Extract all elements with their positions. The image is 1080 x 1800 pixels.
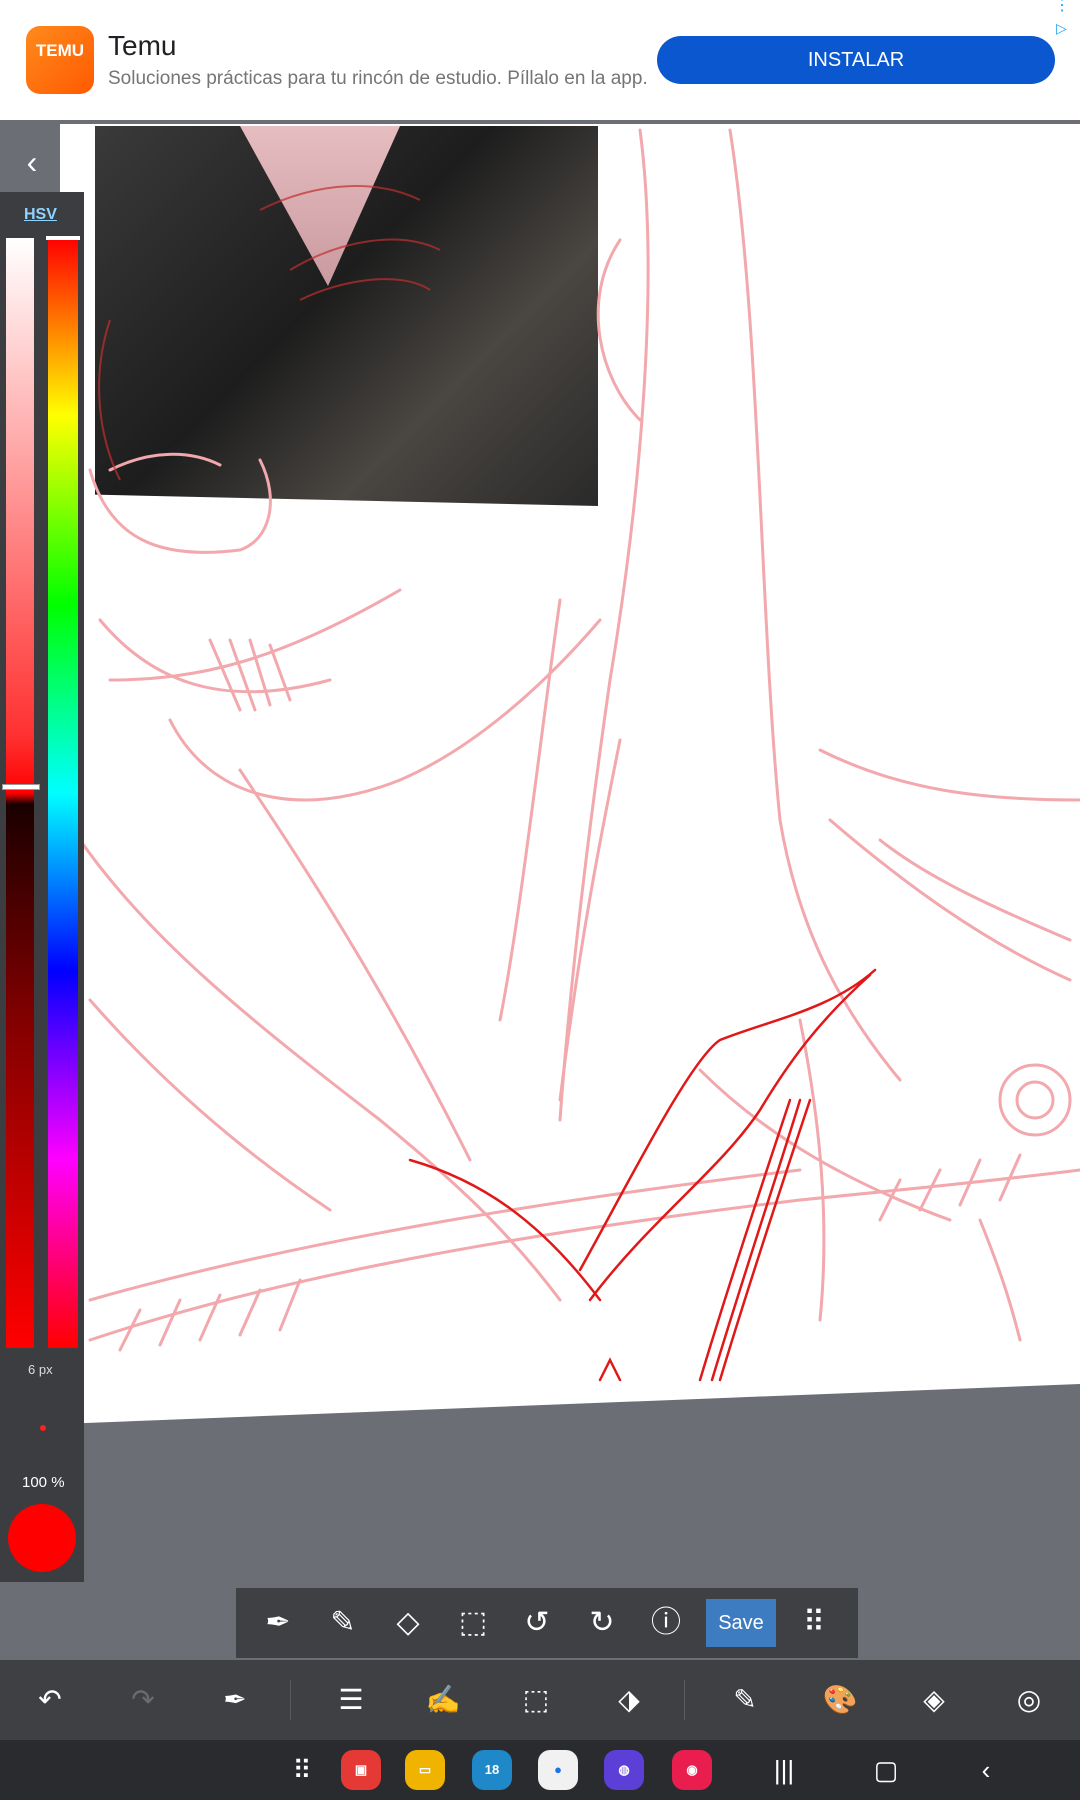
recents-icon[interactable]: |||	[764, 1750, 804, 1790]
help-icon[interactable]: ⓘ	[641, 1598, 691, 1648]
grid-icon[interactable]: ⠿	[789, 1598, 839, 1648]
eyedropper-icon[interactable]: ✒	[210, 1675, 260, 1725]
app-folder-icon[interactable]: ▭	[405, 1750, 445, 1790]
ad-title[interactable]: Temu	[108, 30, 176, 62]
app-camera-icon[interactable]: ◉	[672, 1750, 712, 1790]
saturation-slider[interactable]	[6, 238, 34, 1348]
app-messages-icon[interactable]: ●	[538, 1750, 578, 1790]
hue-handle[interactable]	[46, 236, 80, 240]
ad-description[interactable]: Soluciones prácticas para tu rincón de e…	[108, 68, 648, 90]
hsv-mode-tab[interactable]: HSV	[24, 206, 57, 224]
collapse-panel-button[interactable]: ‹	[10, 140, 54, 184]
rotate-right-icon[interactable]: ↻	[577, 1598, 627, 1648]
layers-icon[interactable]: ◈	[909, 1675, 959, 1725]
eyedropper-icon[interactable]: ✒	[253, 1598, 303, 1648]
brush-size-label: 6 px	[28, 1362, 53, 1377]
saturation-handle[interactable]	[2, 784, 40, 790]
redo-icon[interactable]: ↷	[118, 1675, 168, 1725]
ad-choices-icon[interactable]: ▷	[1056, 20, 1074, 38]
app-calendar-icon[interactable]: 18	[472, 1750, 512, 1790]
install-button[interactable]: INSTALAR	[657, 36, 1055, 84]
deselect-icon[interactable]: ⬚	[448, 1598, 498, 1648]
brush-icon[interactable]: ✎	[720, 1675, 770, 1725]
menu-icon[interactable]: ☰	[326, 1675, 376, 1725]
sketch-lines	[78, 128, 1080, 1382]
opacity-label: 100 %	[22, 1474, 65, 1491]
palette-icon[interactable]: 🎨	[815, 1675, 865, 1725]
quick-toolbar: ✒ ✎ ◇ ⬚ ↺ ↻ ⓘ Save ⠿	[236, 1588, 858, 1658]
app-flipboard-icon[interactable]: ▣	[341, 1750, 381, 1790]
hue-slider[interactable]	[48, 238, 78, 1348]
toolbar-divider	[684, 1680, 685, 1720]
temu-logo[interactable]: TEMU	[26, 26, 94, 94]
system-nav-bar: ⠿ ▣ ▭ 18 ● ◍ ◉ ||| ▢ ‹	[0, 1740, 1080, 1800]
settings-icon[interactable]: ◎	[1004, 1675, 1054, 1725]
transform-icon[interactable]: ⬗	[604, 1675, 654, 1725]
apps-grid-icon[interactable]: ⠿	[282, 1750, 322, 1790]
pen-icon[interactable]: ✎	[318, 1598, 368, 1648]
undo-icon[interactable]: ↶	[25, 1675, 75, 1725]
eraser-icon[interactable]: ◇	[383, 1598, 433, 1648]
edit-icon[interactable]: ✍	[418, 1675, 468, 1725]
app-browser-icon[interactable]: ◍	[604, 1750, 644, 1790]
main-toolbar: ↶ ↷ ✒ ☰ ✍ ⬚ ⬗ ✎ 🎨 ◈ ◎	[0, 1660, 1080, 1740]
ad-banner[interactable]: TEMU Temu Soluciones prácticas para tu r…	[0, 0, 1080, 120]
drawing-workspace[interactable]: ‹	[0, 120, 1080, 1660]
back-icon[interactable]: ‹	[966, 1750, 1006, 1790]
home-icon[interactable]: ▢	[866, 1750, 906, 1790]
rotate-left-icon[interactable]: ↺	[512, 1598, 562, 1648]
ad-more-icon[interactable]: ⋮	[1054, 0, 1070, 14]
selection-icon[interactable]: ⬚	[511, 1675, 561, 1725]
brush-size-preview	[40, 1425, 46, 1431]
save-button[interactable]: Save	[706, 1599, 776, 1647]
toolbar-divider	[290, 1680, 291, 1720]
current-color-swatch[interactable]	[8, 1504, 76, 1572]
